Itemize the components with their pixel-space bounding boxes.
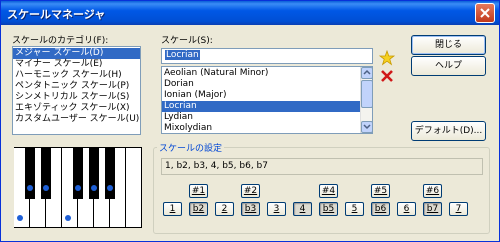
sharp-degree-button[interactable]: #5	[371, 184, 390, 198]
sharp-label: #6	[425, 186, 440, 196]
scroll-up-button[interactable]	[361, 67, 372, 79]
scale-note-marker	[75, 185, 81, 191]
delete-scale-button[interactable]	[379, 68, 395, 84]
sharp-label: #5	[373, 186, 388, 196]
scale-note-marker	[107, 185, 113, 191]
category-listbox[interactable]: メジャー スケール(D) マイナー スケール(E) ハーモニック スケール(H) ペン…	[12, 46, 141, 135]
black-key[interactable]	[105, 147, 115, 199]
scroll-up-icon	[363, 69, 371, 75]
add-scale-button[interactable]	[378, 49, 396, 66]
close-icon	[480, 8, 490, 18]
degree-button[interactable]: b7	[423, 202, 442, 216]
degree-label: 7	[455, 204, 462, 214]
degree-label: 5	[351, 204, 358, 214]
category-item[interactable]: メジャー スケール(D)	[13, 48, 140, 59]
scale-note-marker	[91, 185, 97, 191]
degree-label: b7	[426, 204, 439, 214]
scale-list-scrollbar[interactable]	[360, 67, 372, 133]
close-button[interactable]: 閉じる	[411, 35, 486, 55]
scroll-down-button[interactable]	[361, 121, 372, 133]
scale-note-marker	[43, 185, 49, 191]
degree-label: b5	[322, 204, 335, 214]
piano-keyboard	[14, 147, 142, 228]
black-key[interactable]	[25, 147, 35, 199]
scale-note-marker	[65, 215, 71, 221]
degree-button[interactable]: 1	[163, 202, 182, 216]
star-add-icon	[378, 49, 396, 66]
sharp-degree-button[interactable]: #4	[319, 184, 338, 198]
window-title: スケールマネージャ	[7, 8, 106, 21]
scale-name-value: Locrian	[165, 50, 200, 60]
scale-list-item[interactable]: Dorian	[162, 79, 360, 90]
degree-label: 2	[221, 204, 228, 214]
degree-label: b2	[192, 204, 205, 214]
category-item[interactable]: エキゾティック スケール(X)	[13, 103, 140, 114]
degree-button[interactable]: b3	[241, 202, 260, 216]
degree-label: 4	[299, 204, 306, 214]
scroll-down-icon	[363, 124, 371, 130]
degree-button[interactable]: 4	[293, 202, 312, 216]
degree-button[interactable]: 6	[397, 202, 416, 216]
degree-label: 6	[403, 204, 410, 214]
category-item[interactable]: マイナー スケール(E)	[13, 59, 140, 70]
sharp-label: #1	[191, 186, 206, 196]
scale-manager-window: スケールマネージャ スケールのカテゴリ(F): メジャー スケール(D) マイナー…	[0, 0, 500, 242]
category-item[interactable]: シンメトリカル スケール(S)	[13, 92, 140, 103]
sharp-label: #4	[321, 186, 336, 196]
scale-listbox[interactable]: Aeolian (Natural Minor) Dorian Ionian (Maj…	[161, 66, 373, 134]
degree-label: 3	[273, 204, 280, 214]
help-button[interactable]: ヘルプ	[411, 56, 486, 76]
scale-list-item[interactable]: Ionian (Major)	[162, 90, 360, 101]
scale-list-item[interactable]: Lydian	[162, 112, 360, 123]
category-item[interactable]: ハーモニック スケール(H)	[13, 70, 140, 81]
category-item[interactable]: ペンタトニック スケール(P)	[13, 81, 140, 92]
degree-button[interactable]: b5	[319, 202, 338, 216]
title-bar[interactable]: スケールマネージャ	[1, 1, 499, 25]
scale-label: スケール(S):	[161, 36, 213, 46]
red-x-delete-icon	[381, 70, 393, 82]
scale-note-marker	[27, 185, 33, 191]
sharp-degree-button[interactable]: #6	[423, 184, 442, 198]
scale-list-item[interactable]: Aeolian (Natural Minor)	[162, 68, 360, 79]
degree-button[interactable]: 3	[267, 202, 286, 216]
degree-label: 1	[169, 204, 176, 214]
category-label: スケールのカテゴリ(F):	[12, 36, 109, 46]
black-key[interactable]	[89, 147, 99, 199]
black-key[interactable]	[41, 147, 51, 199]
white-key[interactable]	[126, 148, 142, 227]
scroll-thumb[interactable]	[361, 80, 372, 108]
category-item[interactable]: カスタムユーザー スケール(U)	[13, 114, 140, 125]
sharp-degree-button[interactable]: #2	[241, 184, 260, 198]
scale-list-item[interactable]: Mixolydian	[162, 123, 360, 133]
degree-button[interactable]: b2	[189, 202, 208, 216]
scale-settings-title: スケールの設定	[157, 141, 225, 154]
sharp-degree-button[interactable]: #1	[189, 184, 208, 198]
scale-list-item[interactable]: Locrian	[162, 101, 360, 112]
scale-name-input[interactable]: Locrian	[161, 48, 373, 64]
degree-button[interactable]: b6	[371, 202, 390, 216]
window-close-button[interactable]	[475, 3, 495, 23]
black-key[interactable]	[73, 147, 83, 199]
degree-label: b6	[374, 204, 387, 214]
sharp-label: #2	[243, 186, 258, 196]
scale-formula-display: 1, b2, b3, 4, b5, b6, b7	[161, 158, 483, 175]
degree-button[interactable]: 2	[215, 202, 234, 216]
degree-button[interactable]: 5	[345, 202, 364, 216]
degree-button[interactable]: 7	[449, 202, 468, 216]
root-note-marker	[17, 215, 23, 221]
default-button[interactable]: デフォルト(D)...	[411, 121, 486, 141]
degree-label: b3	[244, 204, 257, 214]
